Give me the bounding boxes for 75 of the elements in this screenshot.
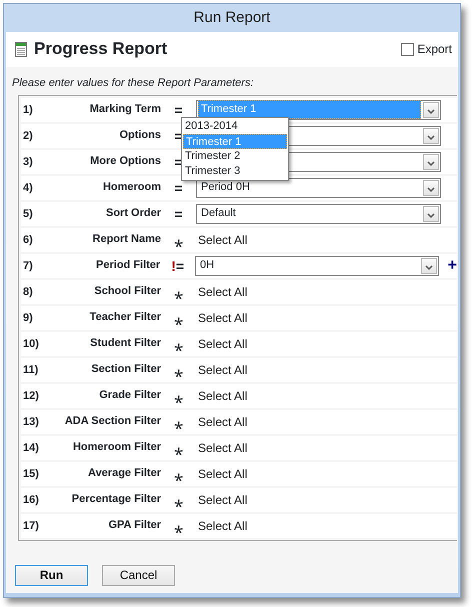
report-title: Progress Report (34, 39, 168, 60)
parameter-label: Options (118, 128, 161, 144)
operator-sign: ⁎ (173, 412, 184, 429)
window-title: Run Report (192, 8, 272, 28)
add-button[interactable]: + (448, 258, 457, 274)
operator-sign: ⁎ (173, 308, 184, 325)
operator-sign: = (173, 102, 184, 116)
operator-sign: ⁎ (173, 438, 184, 455)
row-number: 3) (22, 154, 34, 170)
dropdown-option[interactable]: Trimester 2 (183, 148, 287, 164)
row-number: 4) (22, 180, 34, 196)
parameter-label: Average Filter (87, 466, 161, 482)
dropdown-option[interactable]: 2013-2014 (183, 118, 287, 134)
row-number: 16) (22, 492, 40, 508)
dropdown-field[interactable]: 0H (195, 256, 439, 276)
operator-sign: ⁎ (173, 282, 184, 299)
operator-sign: ⁎ (173, 516, 184, 533)
dropdown-field[interactable]: Period 0H (196, 178, 441, 198)
select-all-link[interactable]: Select All (196, 308, 248, 326)
row-number: 11) (22, 362, 40, 378)
dialog-button[interactable]: Cancel (102, 564, 175, 586)
parameter-label: School Filter (93, 284, 161, 300)
select-all-link[interactable]: Select All (196, 516, 248, 534)
select-all-link[interactable]: Select All (196, 386, 248, 404)
operator-sign: ⁎ (173, 230, 184, 247)
parameter-label: Grade Filter (98, 388, 161, 404)
select-all-link[interactable]: Select All (196, 490, 248, 508)
dropdown-field[interactable]: Default (196, 204, 441, 224)
operator-sign: ⁎ (173, 334, 184, 351)
parameter-label: Homeroom (102, 180, 161, 196)
select-all-link[interactable]: Select All (196, 334, 248, 352)
select-all-link[interactable]: Select All (196, 360, 248, 378)
select-all-link[interactable]: Select All (196, 230, 248, 248)
select-all-link[interactable]: Select All (196, 464, 248, 482)
row-number: 15) (22, 466, 40, 482)
report-icon (15, 42, 27, 57)
parameter-label: Student Filter (89, 336, 161, 352)
row-number: 7) (22, 258, 34, 274)
operator-sign: = (173, 180, 184, 194)
parameter-label: Section Filter (90, 362, 161, 378)
parameter-label: More Options (89, 154, 161, 170)
row-number: 8) (22, 284, 34, 300)
operator-sign: ⁎ (173, 386, 184, 403)
select-all-link[interactable]: Select All (196, 412, 248, 430)
operator-sign: ⁎ (173, 490, 184, 507)
parameter-label: Marking Term (88, 102, 161, 118)
row-number: 14) (22, 440, 40, 456)
parameter-label: Period Filter (95, 258, 160, 274)
operator-sign: ⁎ (173, 360, 184, 377)
select-all-link[interactable]: Select All (196, 282, 248, 300)
row-number: 9) (22, 310, 34, 326)
export-label[interactable]: Export (417, 40, 452, 58)
operator-sign: = (173, 206, 184, 220)
row-number: 5) (22, 206, 34, 222)
parameter-label: Teacher Filter (88, 310, 161, 326)
row-number: 6) (22, 232, 34, 248)
operator-sign: ⁎ (173, 464, 184, 481)
export-checkbox[interactable] (401, 42, 414, 56)
parameter-label: GPA Filter (107, 518, 161, 534)
parameter-label: Sort Order (104, 206, 161, 222)
dropdown-option[interactable]: Trimester 3 (183, 164, 287, 178)
dialog-button[interactable]: Run (15, 564, 88, 586)
row-number: 10) (22, 336, 40, 352)
parameter-label: Report Name (92, 232, 161, 248)
parameter-label: Percentage Filter (70, 492, 161, 508)
instructions-text: Please enter values for these Report Parameters: (11, 76, 255, 91)
row-number: 1) (22, 102, 34, 118)
row-number: 13) (22, 414, 40, 430)
row-number: 2) (22, 128, 34, 144)
row-number: 12) (22, 388, 40, 404)
select-all-link[interactable]: Select All (196, 438, 248, 456)
operator-sign: != (170, 258, 186, 272)
parameter-label: Homeroom Filter (72, 440, 161, 456)
row-number: 17) (22, 518, 40, 534)
parameter-label: ADA Section Filter (64, 414, 161, 430)
